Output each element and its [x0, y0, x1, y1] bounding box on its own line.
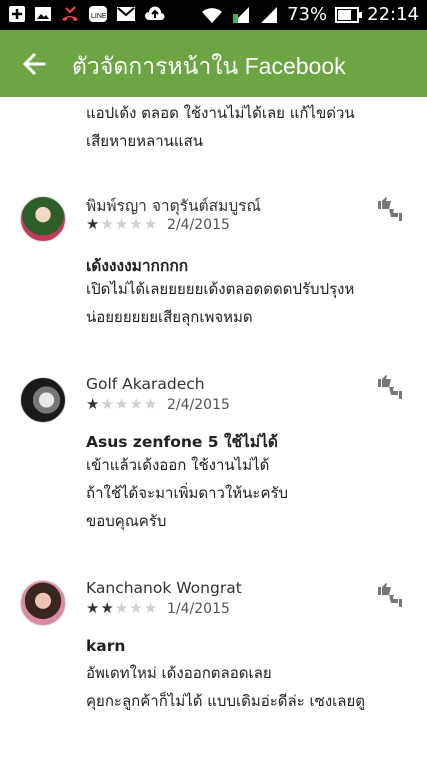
star-empty-icon: ★★★★ [100, 395, 159, 413]
review-line: อัพเดทใหม่ เด้งออกตลอดเลย [86, 664, 272, 682]
thumbs-up-down-icon[interactable] [377, 583, 403, 609]
review-body: อัพเดทใหม่ เด้งออกตลอดเลย คุยกะลูกค้าก็ไ… [86, 659, 406, 715]
app-bar: ตัวจัดการหน้าใน Facebook [0, 30, 427, 97]
rating-stars: ★★★★★ [86, 395, 158, 413]
page-title: ตัวจัดการหน้าใน Facebook [72, 53, 346, 79]
mail-icon [117, 7, 135, 21]
review-line: ขอบคุณครับ [86, 512, 167, 530]
clock: 22:14 [367, 4, 419, 25]
review-item: Kanchanok Wongrat ★★★★★ 1/4/2015 karn อั… [0, 577, 427, 747]
review-item: Golf Akaradech ★★★★★ 2/4/2015 Asus zenfo… [0, 371, 427, 551]
avatar[interactable] [20, 377, 66, 423]
review-line: เปิดไม่ได้เลยยยยยเด้งตลอดดดดปรับปรุงห [86, 280, 355, 298]
review-author: Kanchanok Wongrat [86, 579, 242, 597]
avatar[interactable] [20, 580, 66, 626]
star-filled-icon: ★★ [86, 599, 115, 617]
notification-icons: LINE [8, 5, 166, 23]
battery-icon [335, 7, 363, 23]
review-author: Golf Akaradech [86, 375, 205, 393]
review-line: น่อยยยยยยเสียลุกเพจหมด [86, 308, 253, 326]
review-date: 2/4/2015 [167, 397, 230, 413]
review-date: 2/4/2015 [167, 217, 230, 233]
partial-review-line: แอปเด้ง ตลอด ใช้งานไม่ได้เลย แก้ไขด่วน [86, 104, 355, 122]
avatar[interactable] [20, 196, 66, 242]
system-indicators: 2 73% 22:14 [201, 4, 419, 26]
signal-2-icon: 2 [261, 7, 278, 23]
svg-text:2: 2 [263, 9, 268, 19]
star-empty-icon: ★★★ [114, 599, 159, 617]
reviews-list[interactable]: แอปเด้ง ตลอด ใช้งานไม่ได้เลย แก้ไขด่วน เ… [0, 97, 427, 759]
line-icon: LINE [89, 6, 107, 22]
review-item: พิมพ์รญา จาตุรันต์สมบูรณ์ ★★★★★ 2/4/2015… [0, 193, 427, 343]
add-icon [9, 6, 25, 22]
wifi-icon [202, 8, 223, 23]
signal-1-icon [233, 7, 250, 23]
star-filled-icon: ★ [86, 215, 101, 233]
review-line: คุยกะลูกค้าก็ไม่ได้ แบบเดิมอ่ะดีล่ะ เซงเ… [86, 692, 366, 710]
partial-review-body: แอปเด้ง ตลอด ใช้งานไม่ได้เลย แก้ไขด่วน เ… [86, 99, 406, 155]
svg-text:LINE: LINE [91, 13, 107, 20]
review-date: 1/4/2015 [167, 601, 230, 617]
review-body: เข้าแล้วเด้งออก ใช้งานไม่ได้ ถ้าใช้ได้จะ… [86, 451, 406, 535]
star-filled-icon: ★ [86, 395, 101, 413]
missed-call-icon [62, 6, 78, 21]
status-bar: LINE 2 73% 22:14 [0, 0, 427, 30]
rating-stars: ★★★★★ [86, 215, 158, 233]
thumbs-up-down-icon[interactable] [377, 375, 403, 401]
partial-review-line: เสียหายหลานแสน [86, 132, 204, 150]
review-line: ถ้าใช้ได้จะมาเพิ่มดาวให้นะครับ [86, 484, 289, 502]
image-icon [35, 7, 51, 21]
thumbs-up-down-icon[interactable] [377, 197, 403, 223]
upload-icon [145, 6, 165, 20]
rating-stars: ★★★★★ [86, 599, 158, 617]
review-title: karn [86, 637, 126, 655]
arrow-back-icon[interactable] [18, 48, 50, 80]
review-line: เข้าแล้วเด้งออก ใช้งานไม่ได้ [86, 456, 270, 474]
review-body: เปิดไม่ได้เลยยยยยเด้งตลอดดดดปรับปรุงห น่… [86, 275, 406, 331]
star-empty-icon: ★★★★ [100, 215, 159, 233]
battery-percent: 73% [287, 4, 328, 25]
